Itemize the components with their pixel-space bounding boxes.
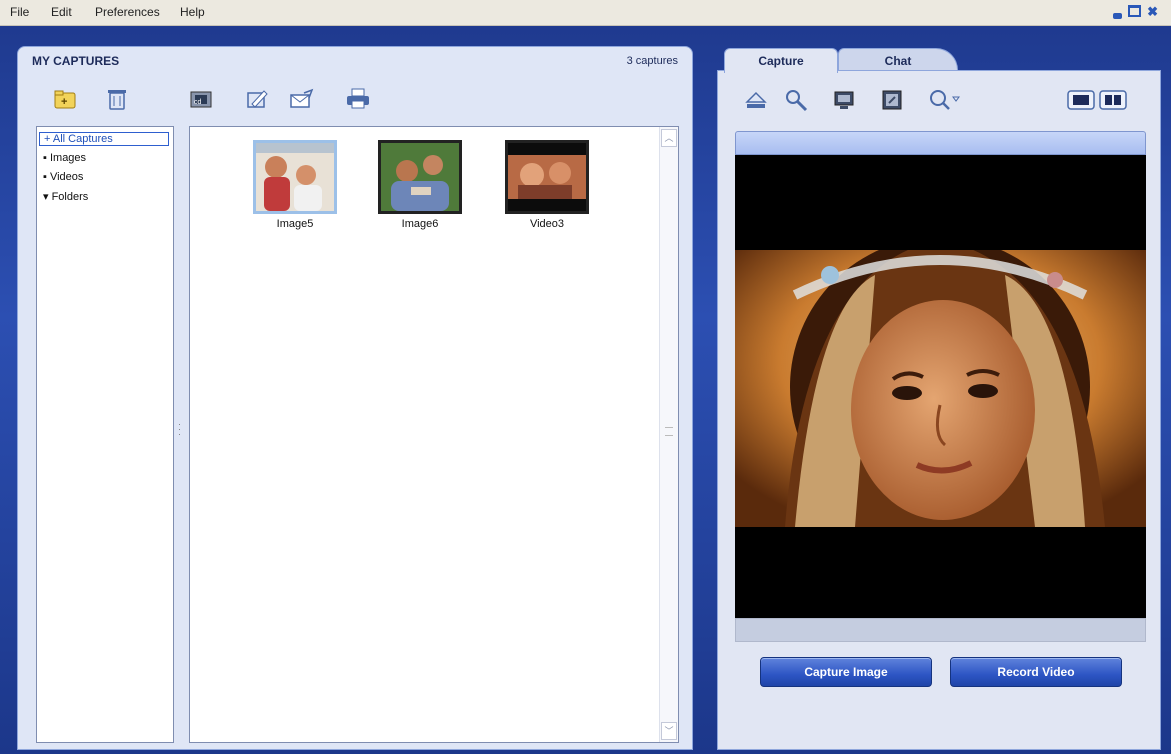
capture-count: 3 captures <box>626 55 678 67</box>
tree-label: Folders <box>51 191 89 203</box>
email-icon[interactable] <box>288 87 314 111</box>
grid-scrollbar[interactable]: ︿ ﹀ <box>659 127 678 742</box>
tree-item-all-captures[interactable]: + All Captures <box>39 132 169 146</box>
tab-capture[interactable]: Capture <box>724 48 838 73</box>
settings-wrench-icon[interactable] <box>784 88 808 112</box>
pane-splitter[interactable]: · · · <box>178 420 181 439</box>
print-icon[interactable] <box>344 87 370 111</box>
filmstrip-icon[interactable]: cd <box>188 87 214 111</box>
snapshot-icon[interactable] <box>880 88 904 112</box>
tree-item-images[interactable]: ▪ Images <box>43 152 86 164</box>
tree-label: Videos <box>49 171 84 183</box>
split-view-icon[interactable] <box>1098 88 1128 112</box>
captures-title: MY CAPTURES <box>32 54 120 68</box>
minimize-icon[interactable] <box>1113 13 1122 19</box>
svg-text:+: + <box>61 96 67 108</box>
capture-image-button[interactable]: Capture Image <box>760 657 932 687</box>
single-view-icon[interactable] <box>1066 88 1096 112</box>
eject-icon[interactable] <box>744 88 768 112</box>
scroll-grip[interactable] <box>665 427 673 436</box>
zoom-icon[interactable] <box>928 88 964 112</box>
scroll-up-icon[interactable]: ︿ <box>661 129 677 147</box>
captures-panel: MY CAPTURES 3 captures + cd + All Captur… <box>17 46 693 750</box>
maximize-icon[interactable] <box>1128 5 1142 17</box>
thumbnail-label: Image5 <box>276 218 314 230</box>
thumbnail-label: Image6 <box>401 218 439 230</box>
capture-thumb-video3[interactable]: Video3 <box>505 140 589 240</box>
tree-item-videos[interactable]: ▪ Videos <box>43 171 83 183</box>
record-video-button[interactable]: Record Video <box>950 657 1122 687</box>
tree-label: All Captures <box>52 133 113 145</box>
menu-file[interactable]: File <box>10 5 29 19</box>
camera-preview-image <box>735 155 1146 618</box>
scroll-down-icon[interactable]: ﹀ <box>661 722 677 740</box>
thumbnail-image <box>505 140 589 214</box>
camera-preview <box>735 155 1146 618</box>
new-folder-icon[interactable]: + <box>52 87 78 111</box>
captures-grid: Image5 Image6 Video3 ︿ ﹀ <box>189 126 679 743</box>
preview-header <box>735 131 1146 155</box>
close-icon[interactable]: ✖ <box>1147 4 1158 20</box>
svg-text:cd: cd <box>194 99 202 106</box>
edit-icon[interactable] <box>244 87 270 111</box>
window-controls: ✖ <box>1110 4 1158 20</box>
menu-edit[interactable]: Edit <box>51 5 72 19</box>
tree-label: Images <box>49 152 87 164</box>
menu-preferences[interactable]: Preferences <box>95 5 160 19</box>
preview-footer <box>735 618 1146 642</box>
thumbnail-label: Video3 <box>529 218 565 230</box>
capture-tree: + All Captures ▪ Images ▪ Videos ▾ Folde… <box>36 126 174 743</box>
thumbnail-image <box>253 140 337 214</box>
tree-item-folders[interactable]: ▾ Folders <box>43 190 88 203</box>
menu-bar: File Edit Preferences Help ✖ <box>0 0 1171 26</box>
thumbnail-image <box>378 140 462 214</box>
capture-thumb-image5[interactable]: Image5 <box>253 140 337 240</box>
screen-icon[interactable] <box>832 88 856 112</box>
menu-help[interactable]: Help <box>180 5 205 19</box>
trash-icon[interactable] <box>104 87 130 111</box>
capture-thumb-image6[interactable]: Image6 <box>378 140 462 240</box>
